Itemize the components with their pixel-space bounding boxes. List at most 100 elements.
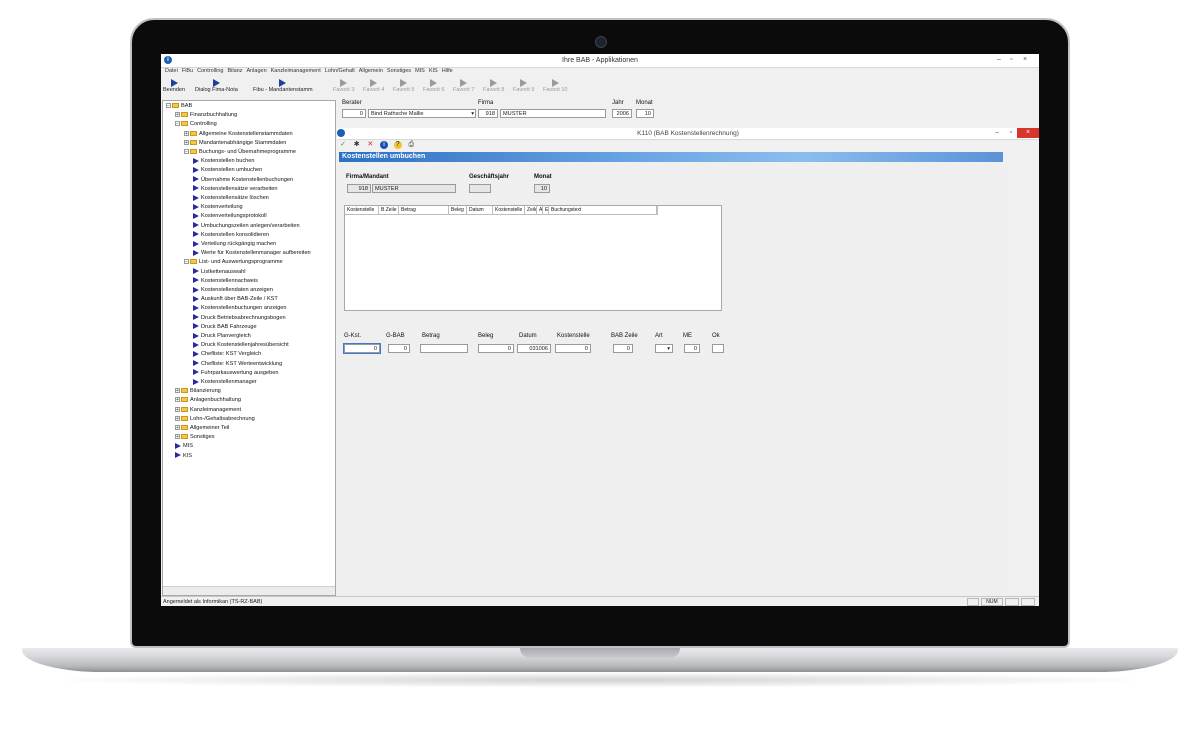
tree-item[interactable]: − List- und Auswertungsprogramme — [184, 258, 283, 266]
tree-item[interactable]: Kostenverteilung — [193, 203, 243, 211]
tree-item[interactable]: Werte für Kostenstellenmanager aufbereit… — [193, 249, 311, 257]
tree-item[interactable]: + Allgemeiner Teil — [175, 424, 229, 432]
entry-field[interactable] — [712, 344, 724, 353]
tree-item[interactable]: Kostenstellendaten anzeigen — [193, 286, 273, 294]
tree-item[interactable]: Druck Kostenstellenjahresübersicht — [193, 341, 289, 349]
inner-minimize-button[interactable]: – — [995, 129, 999, 136]
tree-item[interactable]: + Anlagenbuchhaltung — [175, 396, 241, 404]
entry-field[interactable]: 0 — [343, 343, 381, 354]
tree-item[interactable]: Kostenstellen konsolidieren — [193, 231, 269, 239]
tree-item[interactable]: Chefliste: KST Werteentwicklung — [193, 360, 282, 368]
tree-item[interactable]: Kostenstellen umbuchen — [193, 166, 262, 174]
entry-field[interactable]: 0 — [613, 344, 633, 353]
tree-item[interactable]: − Controlling — [175, 120, 217, 128]
maximize-button[interactable]: ▫ — [1010, 56, 1012, 63]
tree-horizontal-scrollbar[interactable] — [163, 586, 335, 595]
tree-item[interactable]: + Lohn-/Gehaltsabrechnung — [175, 415, 255, 423]
entry-field[interactable]: 0 — [555, 344, 591, 353]
dialog-fima-nota-button[interactable]: Dialog Fima-Nota — [195, 79, 238, 93]
tree-item[interactable]: Druck Planvergleich — [193, 332, 251, 340]
collapse-icon[interactable]: − — [184, 259, 189, 265]
tree-item[interactable]: − Buchungs- und Übernahmeprogramme — [184, 148, 296, 156]
tree-item[interactable]: − BAB — [166, 102, 192, 110]
grid-column-header[interactable]: Buchungstext — [549, 206, 657, 214]
expand-icon[interactable]: + — [175, 406, 180, 412]
menu-item[interactable]: MIS — [415, 68, 425, 74]
favorite-button[interactable]: Favorit 9 — [513, 79, 534, 93]
collapse-icon[interactable]: − — [184, 149, 189, 155]
favorite-button[interactable]: Favorit 3 — [333, 79, 354, 93]
entry-field[interactable]: 031006 — [517, 344, 551, 353]
navigation-tree[interactable]: − BAB + Finanzbuchhaltung − Controlling + Allge… — [162, 100, 336, 596]
collapse-icon[interactable]: − — [175, 121, 180, 127]
tree-item[interactable]: Auskunft über BAB-Zeile / KST — [193, 295, 278, 303]
grid-column-header[interactable]: Beleg — [449, 206, 467, 214]
tree-item[interactable]: Kostenstellensätze löschen — [193, 194, 269, 202]
menu-item[interactable]: Datei — [165, 68, 178, 74]
expand-icon[interactable]: + — [175, 397, 180, 403]
favorite-button[interactable]: Favorit 8 — [483, 79, 504, 93]
menu-item[interactable]: Controlling — [197, 68, 223, 74]
favorite-button[interactable]: Favorit 5 — [393, 79, 414, 93]
menu-item[interactable]: Kanzleimanagement — [271, 68, 321, 74]
menu-item[interactable]: FiBu — [182, 68, 193, 74]
inner-close-button[interactable]: × — [1017, 128, 1039, 138]
expand-icon[interactable]: + — [175, 388, 180, 394]
tree-item[interactable]: + Finanzbuchhaltung — [175, 111, 237, 119]
mandantenstamm-button[interactable]: Fibu - Mandantenstamm — [253, 79, 313, 93]
check-icon[interactable]: ✓ — [339, 141, 347, 149]
tree-item[interactable]: Übernahme Kostenstellenbuchungen — [193, 176, 293, 184]
expand-icon[interactable]: + — [175, 425, 180, 431]
expand-icon[interactable]: + — [175, 434, 180, 440]
menu-item[interactable]: Allgemein — [359, 68, 383, 74]
expand-icon[interactable]: + — [184, 139, 189, 145]
tree-item[interactable]: Fuhrparkauswertung ausgeben — [193, 369, 278, 377]
expand-icon[interactable]: + — [184, 130, 189, 136]
help-icon[interactable]: ? — [393, 141, 402, 149]
grid-column-header[interactable]: Kostenstelle — [493, 206, 525, 214]
tree-item[interactable]: + Sonstiges — [175, 433, 215, 441]
entry-field[interactable]: 0 — [478, 344, 514, 353]
firma-nr-field[interactable]: 918 — [478, 109, 498, 118]
art-select[interactable]: ▾ — [655, 344, 673, 353]
tree-item[interactable]: + Bilanzierung — [175, 387, 221, 395]
booking-grid[interactable]: Kostenstelle B.Zeile Betrag Beleg Datum Koste… — [344, 205, 722, 311]
grid-column-header[interactable]: Zeile — [525, 206, 537, 214]
grid-column-header[interactable]: Kostenstelle — [345, 206, 379, 214]
tree-item[interactable]: KIS — [175, 452, 192, 460]
favorite-button[interactable]: Favorit 7 — [453, 79, 474, 93]
tree-item[interactable]: + Allgemeine Kostenstellenstammdaten — [184, 130, 293, 138]
menu-item[interactable]: Sonstiges — [387, 68, 411, 74]
tree-item[interactable]: + Mandantenabhängige Stammdaten — [184, 139, 286, 147]
menu-item[interactable]: Hilfe — [442, 68, 453, 74]
beenden-button[interactable]: Beenden — [163, 79, 185, 93]
print-icon[interactable]: ⎙ — [407, 141, 415, 149]
entry-field[interactable]: 0 — [684, 344, 700, 353]
tree-item[interactable]: + Kanzleimanagement — [175, 406, 241, 414]
menu-item[interactable]: Lohn/Gehalt — [325, 68, 355, 74]
expand-icon[interactable]: + — [175, 112, 180, 118]
tree-item[interactable]: Verteilung rückgängig machen — [193, 240, 276, 248]
tree-item[interactable]: Kostenstellenbuchungen anzeigen — [193, 304, 287, 312]
tree-item[interactable]: Kostenstellen buchen — [193, 157, 255, 165]
tree-item[interactable]: Umbuchungszeilen anlegen/verarbeiten — [193, 222, 300, 230]
tree-item[interactable]: Druck BAB Fahrzeuge — [193, 323, 257, 331]
binoculars-icon[interactable]: ✱ — [353, 141, 361, 149]
grid-column-header[interactable]: Datum — [467, 206, 493, 214]
entry-field[interactable]: 0 — [388, 344, 410, 353]
favorite-button[interactable]: Favorit 10 — [543, 79, 567, 93]
berater-nr-field[interactable]: 0 — [342, 109, 366, 118]
menu-item[interactable]: Bilanz — [227, 68, 242, 74]
grid-column-header[interactable]: B.Zeile — [379, 206, 399, 214]
menu-item[interactable]: KIS — [429, 68, 438, 74]
jahr-field[interactable]: 2006 — [612, 109, 632, 118]
tree-item[interactable]: Chefliste: KST Vergleich — [193, 350, 261, 358]
tree-item[interactable]: MIS — [175, 442, 193, 450]
grid-column-header[interactable]: Betrag — [399, 206, 449, 214]
delete-icon[interactable]: ✕ — [366, 141, 374, 149]
expand-icon[interactable]: + — [175, 415, 180, 421]
entry-field[interactable] — [420, 344, 468, 353]
favorite-button[interactable]: Favorit 4 — [363, 79, 384, 93]
tree-item[interactable]: Kostenstellenmanager — [193, 378, 257, 386]
tree-item[interactable]: Kostenverteilungsprotokoll — [193, 212, 267, 220]
